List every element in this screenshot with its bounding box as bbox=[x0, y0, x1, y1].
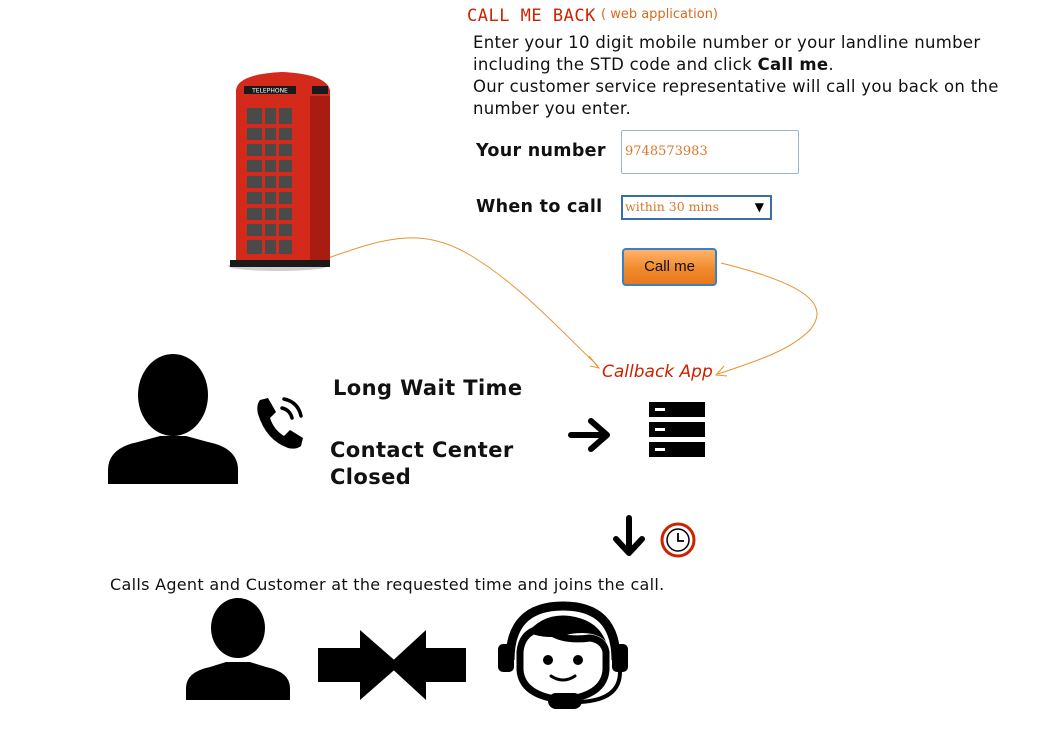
web-application-subtitle: ( web application) bbox=[601, 7, 718, 22]
instruction-line-2-text: including the STD code and click bbox=[473, 55, 758, 74]
number-input[interactable]: 9748573983 bbox=[621, 130, 799, 174]
clock-icon bbox=[660, 522, 696, 558]
instruction-call-me-bold: Call me bbox=[757, 55, 829, 74]
phone-booth-icon: TELEPHONE bbox=[228, 72, 330, 271]
instruction-line-3: Our customer service representative will… bbox=[473, 77, 999, 96]
call-me-button[interactable]: Call me bbox=[622, 248, 717, 286]
dropdown-arrow-icon: ▼ bbox=[754, 200, 764, 214]
phone-call-icon bbox=[257, 397, 303, 449]
connector-arrowhead-left bbox=[588, 355, 601, 369]
right-arrow-icon bbox=[568, 418, 610, 452]
instruction-line-4: number you enter. bbox=[473, 99, 632, 118]
merge-arrows-icon bbox=[318, 630, 466, 700]
contact-center-closed-line2: Closed bbox=[330, 465, 412, 489]
button-to-app-connector bbox=[717, 262, 818, 375]
agent-headset-icon bbox=[498, 601, 628, 709]
when-to-call-value: within 30 mins bbox=[625, 199, 719, 214]
svg-text:TELEPHONE: TELEPHONE bbox=[251, 88, 288, 95]
your-number-label: Your number bbox=[476, 141, 606, 161]
server-icon bbox=[649, 402, 705, 457]
person-small-icon bbox=[186, 598, 290, 700]
person-icon bbox=[108, 354, 238, 484]
down-arrow-icon bbox=[613, 515, 645, 556]
long-wait-time-label: Long Wait Time bbox=[333, 376, 523, 400]
call-me-back-title: CALL ME BACK bbox=[467, 6, 596, 26]
when-to-call-label: When to call bbox=[476, 197, 603, 217]
callback-app-label: Callback App bbox=[602, 362, 713, 382]
instruction-line-1: Enter your 10 digit mobile number or you… bbox=[473, 33, 981, 52]
bottom-caption: Calls Agent and Customer at the requeste… bbox=[110, 575, 665, 594]
connector-arrowhead-right bbox=[714, 365, 728, 377]
instruction-line-2-suffix: . bbox=[828, 55, 834, 74]
when-to-call-select[interactable]: within 30 mins ▼ bbox=[621, 195, 772, 220]
booth-to-app-connector bbox=[327, 237, 599, 367]
instruction-line-2: including the STD code and click Call me… bbox=[473, 55, 834, 74]
contact-center-closed-line1: Contact Center bbox=[330, 438, 514, 462]
